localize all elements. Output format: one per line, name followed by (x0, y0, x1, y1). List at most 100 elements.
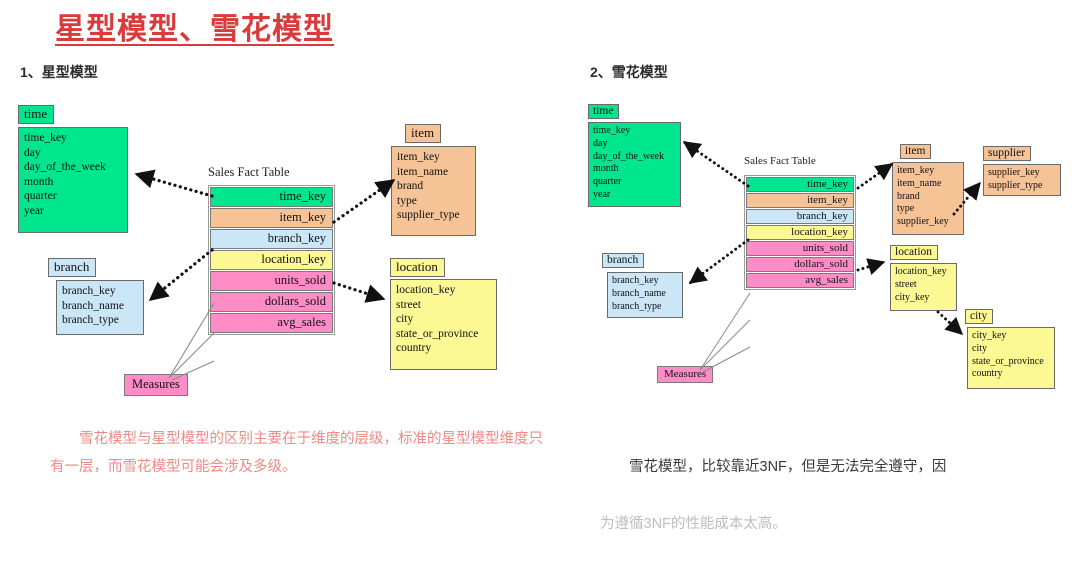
measure-leader-dollars-sold-sf (699, 319, 751, 371)
fact-table-row: branch_key (210, 229, 333, 249)
fact-table-row: avg_sales (746, 273, 854, 288)
measures-box-snowflake: Measures (657, 366, 714, 383)
fact-table-rows-sf: time_key item_key branch_key location_key un… (744, 175, 856, 290)
fact-table-row: units_sold (746, 241, 854, 256)
entity-field: day_of_the_week (24, 161, 106, 174)
page-title: 星型模型、雪花模型 (55, 13, 334, 46)
fact-table-row: dollars_sold (746, 257, 854, 272)
fact-table-row: avg_sales (210, 313, 333, 333)
entity-field: type (897, 203, 915, 215)
entity-field: item_name (897, 177, 942, 189)
entity-fields-city-sf: city_key city state_or_province country (967, 327, 1055, 389)
entity-field: item_key (397, 151, 440, 163)
entity-field: brand (397, 180, 424, 193)
entity-field: item_name (397, 165, 449, 178)
entity-field: location_key (895, 266, 947, 277)
fact-table-row: location_key (746, 225, 854, 240)
fact-table-row: time_key (210, 187, 333, 207)
relation-fact-to-item-sf (856, 162, 894, 190)
relation-fact-to-location-sf (856, 258, 886, 276)
relation-fact-to-item (332, 178, 396, 224)
entity-title-supplier-sf: supplier (983, 146, 1032, 162)
entity-field: branch_name (612, 287, 666, 299)
entity-field: branch_key (612, 275, 659, 286)
relation-location-to-city (936, 310, 964, 336)
fact-table-rows: time_key item_key branch_key location_key un… (208, 185, 335, 335)
entity-field: time_key (593, 125, 631, 136)
entity-field: country (396, 342, 432, 355)
entity-field: branch_name (62, 299, 124, 312)
relation-fact-to-time-sf (682, 140, 750, 188)
relation-fact-to-time (134, 169, 214, 198)
entity-title-branch-sf: branch (602, 253, 645, 269)
entity-fields-branch-sf: branch_key branch_name branch_type (607, 272, 683, 318)
entity-field: street (895, 278, 917, 290)
entity-fields-time: time_keyday day_of_the_week month quarter ye… (18, 127, 128, 233)
entity-field: day (593, 137, 608, 149)
entity-title-branch: branch (48, 258, 97, 277)
entity-field: time_key (24, 132, 67, 144)
section-heading-star: 1、星型模型 (20, 64, 98, 80)
slide-canvas: 星型模型、雪花模型 1、星型模型 2、雪花模型 time time_key day… (0, 0, 1080, 532)
entity-field: supplier_type (397, 209, 460, 222)
entity-title-location: location (390, 258, 445, 277)
entity-fields-supplier-sf: supplier_key supplier_type (983, 164, 1061, 196)
entity-fields-item: item_key item_namebrand type supplier_type (391, 146, 476, 236)
fact-table-row: location_key (210, 250, 333, 270)
fact-table-label-sf: Sales Fact Table (744, 155, 816, 167)
entity-fields-time-sf: time_key day day_of_the_week month quarter ye… (588, 122, 681, 207)
entity-fields-item-sf: item_key item_name brand type supplier_key (892, 162, 964, 235)
entity-fields-location-sf: location_key street city_key (890, 263, 957, 311)
entity-field: supplier_key (897, 216, 949, 228)
relation-fact-to-branch (148, 248, 214, 302)
entity-title-time-sf: time (588, 104, 620, 120)
caption-star: 雪花模型与星型模型的区别主要在于维度的层级，标准的星型模型维度只有一层，而雪花模… (50, 431, 543, 476)
entity-field: branch_type (62, 314, 119, 327)
fact-table-label: Sales Fact Table (208, 165, 290, 179)
entity-field: quarter (593, 176, 622, 188)
entity-field: city (396, 313, 414, 326)
fact-table-row: item_key (746, 193, 854, 208)
entity-field: day (24, 146, 41, 159)
entity-title-city-sf: city (965, 309, 994, 325)
entity-field: month (593, 163, 619, 175)
entity-fields-location: location_keystreet city state_or_provincec… (390, 279, 497, 370)
fact-table-row: branch_key (746, 209, 854, 224)
caption-snowflake-line2: 为遵循3NF的性能成本太高。 (600, 515, 787, 532)
entity-field: quarter (24, 190, 57, 203)
measure-leaders-snowflake (699, 292, 751, 373)
entity-field: city_key (972, 330, 1007, 341)
entity-field: item_key (897, 165, 935, 176)
entity-field: month (24, 175, 54, 188)
fact-table-row: units_sold (210, 271, 333, 291)
section-heading-snowflake: 2、雪花模型 (590, 64, 668, 80)
fact-table-row: dollars_sold (210, 292, 333, 312)
entity-field: branch_key (62, 285, 116, 297)
entity-title-time: time (18, 105, 55, 124)
entity-title-location-sf: location (890, 245, 939, 261)
caption-snowflake-line1: 雪花模型，比较靠近3NF，但是无法完全遵守，因 (600, 459, 947, 476)
entity-field: branch_type (612, 300, 662, 312)
entity-field: street (396, 298, 421, 311)
relation-fact-to-branch-sf (688, 238, 750, 285)
entity-field: location_key (396, 284, 456, 296)
entity-field: city_key (895, 291, 930, 303)
entity-field: state_or_province (396, 327, 479, 340)
entity-field: year (24, 204, 44, 217)
measure-leader-dollars-sold (168, 332, 215, 379)
caption-snowflake: 雪花模型，比较靠近3NF，但是无法完全遵守，因 为遵循3NF的性能成本太高。 (600, 425, 1060, 566)
entity-title-item: item (405, 124, 442, 143)
entity-field: country (972, 368, 1003, 380)
entity-field: year (593, 188, 611, 200)
entity-field: state_or_province (972, 355, 1044, 367)
entity-field: supplier_key (988, 167, 1040, 178)
measures-box-star: Measures (124, 374, 188, 396)
fact-table-row: item_key (210, 208, 333, 228)
entity-field: supplier_type (988, 179, 1043, 191)
fact-table-row: time_key (746, 177, 854, 192)
entity-fields-branch: branch_key branch_name branch_type (56, 280, 144, 335)
entity-field: brand (897, 190, 920, 202)
entity-field: type (397, 194, 417, 207)
measure-leader-units-sold-sf (699, 292, 751, 371)
entity-title-item-sf: item (900, 144, 932, 160)
